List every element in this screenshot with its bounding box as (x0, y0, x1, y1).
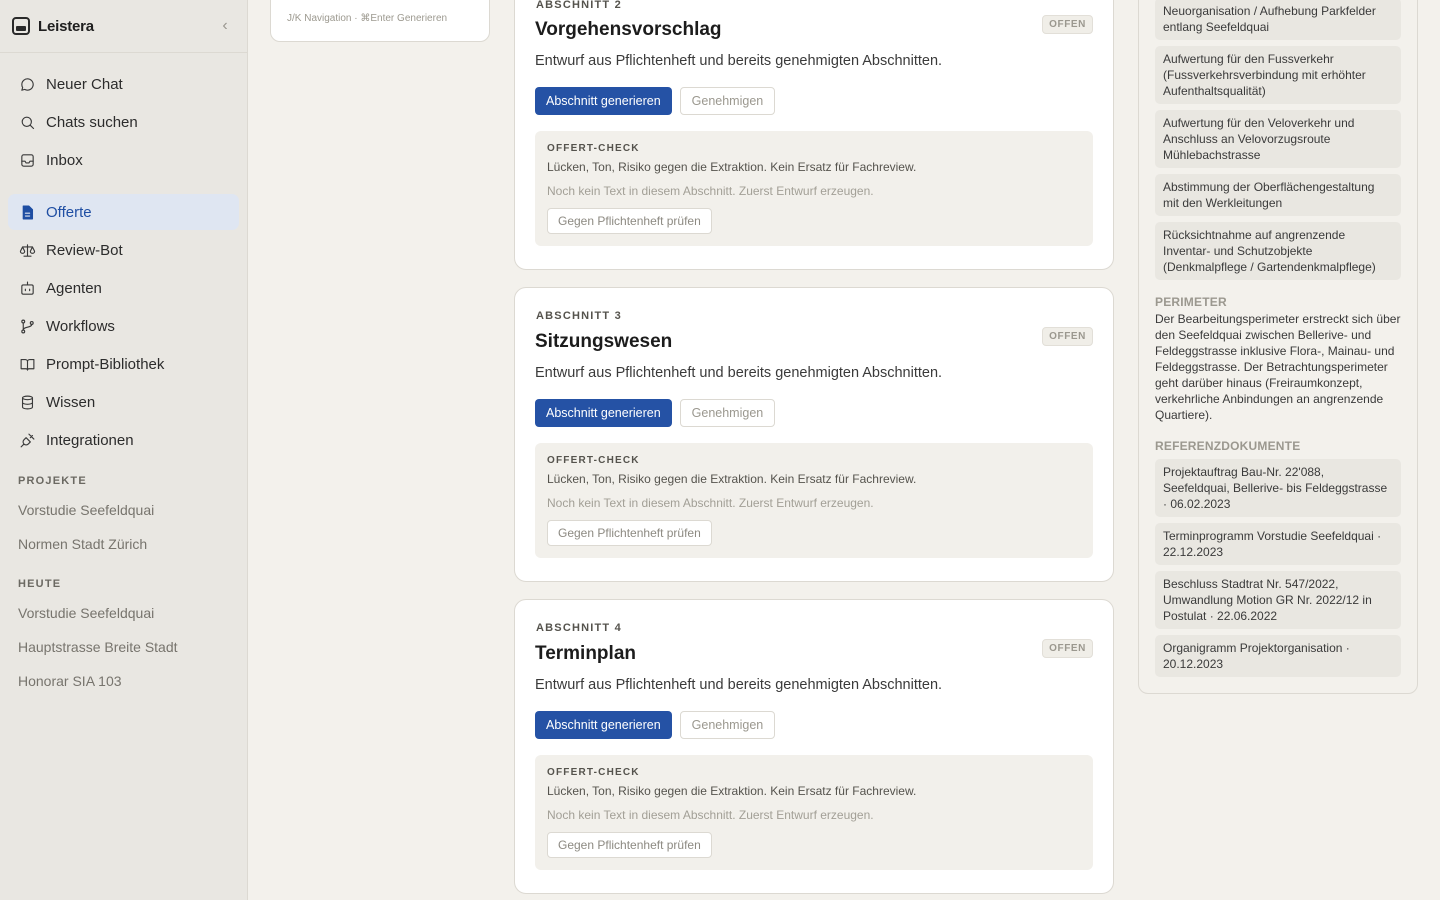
recent-chat-link[interactable]: Vorstudie Seefeldquai (0, 596, 247, 630)
recent-chat-link[interactable]: Honorar SIA 103 (0, 664, 247, 698)
nav-label: Integrationen (46, 431, 134, 449)
goal-item: Aufwertung für den Veloverkehr und Ansch… (1155, 110, 1401, 168)
today-heading: HEUTE (18, 578, 62, 590)
plug-icon (18, 431, 36, 449)
check-empty-state: Noch kein Text in diesem Abschnitt. Zuer… (547, 808, 874, 822)
nav-item-inbox[interactable]: Inbox (8, 142, 239, 178)
reference-document[interactable]: Projektauftrag Bau-Nr. 22'088, Seefeldqu… (1155, 459, 1401, 517)
goal-item: Aufwertung für den Fussverkehr (Fussverk… (1155, 46, 1401, 104)
offer-check-panel: OFFERT-CHECK Lücken, Ton, Risiko gegen d… (535, 131, 1093, 246)
check-against-spec-button[interactable]: Gegen Pflichtenheft prüfen (547, 208, 712, 234)
nav-item-neuer-chat[interactable]: Neuer Chat (8, 66, 239, 102)
section-description: Entwurf aus Pflichtenheft und bereits ge… (535, 365, 943, 381)
goal-item: Rücksichtnahme auf angrenzende Inventar-… (1155, 222, 1401, 280)
section-card: ABSCHNITT 4 Terminplan OFFEN Entwurf aus… (514, 599, 1114, 894)
search-icon (18, 113, 36, 131)
project-link[interactable]: Vorstudie Seefeldquai (0, 493, 247, 527)
check-description: Lücken, Ton, Risiko gegen die Extraktion… (547, 160, 917, 174)
check-against-spec-button[interactable]: Gegen Pflichtenheft prüfen (547, 520, 712, 546)
nav-item-offerte[interactable]: Offerte (8, 194, 239, 230)
inbox-icon (18, 151, 36, 169)
nav-item-integrationen[interactable]: Integrationen (8, 422, 239, 458)
section-number: ABSCHNITT 3 (536, 310, 622, 322)
check-title: OFFERT-CHECK (547, 455, 640, 466)
collapse-sidebar-icon[interactable]: ‹ (215, 17, 235, 35)
nav-item-prompt-bibliothek[interactable]: Prompt-Bibliothek (8, 346, 239, 382)
approve-button[interactable]: Genehmigen (679, 711, 776, 739)
book-icon (18, 355, 36, 373)
perimeter-text: Der Bearbeitungsperimeter erstreckt sich… (1155, 312, 1401, 422)
project-link[interactable]: Normen Stadt Zürich (0, 527, 247, 561)
status-badge: OFFEN (1042, 327, 1093, 346)
section-card: ABSCHNITT 3 Sitzungswesen OFFEN Entwurf … (514, 287, 1114, 582)
app-logo-icon (12, 17, 30, 35)
git-branch-icon (18, 317, 36, 335)
scale-icon (18, 241, 36, 259)
section-card: ABSCHNITT 2 Vorgehensvorschlag OFFEN Ent… (514, 0, 1114, 270)
generate-section-button[interactable]: Abschnitt generieren (535, 399, 672, 427)
approve-button[interactable]: Genehmigen (679, 399, 776, 427)
sidebar: Leistera ‹ Neuer Chat Chats suchen Inbox… (0, 0, 248, 900)
robot-icon (18, 279, 36, 297)
section-title: Vorgehensvorschlag (535, 19, 722, 40)
database-icon (18, 393, 36, 411)
projects-heading: PROJEKTE (18, 475, 87, 487)
nav-label: Offerte (46, 203, 92, 221)
generate-section-button[interactable]: Abschnitt generieren (535, 87, 672, 115)
nav-label: Neuer Chat (46, 75, 123, 93)
reference-document[interactable]: Beschluss Stadtrat Nr. 547/2022, Umwandl… (1155, 571, 1401, 629)
check-against-spec-button[interactable]: Gegen Pflichtenheft prüfen (547, 832, 712, 858)
nav-item-workflows[interactable]: Workflows (8, 308, 239, 344)
nav-item-chats-suchen[interactable]: Chats suchen (8, 104, 239, 140)
nav-item-wissen[interactable]: Wissen (8, 384, 239, 420)
nav-label: Inbox (46, 151, 83, 169)
references-heading: REFERENZDOKUMENTE (1155, 439, 1301, 453)
reference-document[interactable]: Organigramm Projektorganisation · 20.12.… (1155, 635, 1401, 677)
nav-label: Agenten (46, 279, 102, 297)
section-nav-card: J/K Navigation · ⌘Enter Generieren (270, 0, 490, 42)
generate-section-button[interactable]: Abschnitt generieren (535, 711, 672, 739)
approve-button[interactable]: Genehmigen (679, 87, 776, 115)
recent-chat-link[interactable]: Hauptstrasse Breite Stadt (0, 630, 247, 664)
nav-label: Wissen (46, 393, 96, 411)
reference-document[interactable]: Terminprogramm Vorstudie Seefeldquai · 2… (1155, 523, 1401, 565)
nav-item-agenten[interactable]: Agenten (8, 270, 239, 306)
nav-label: Review-Bot (46, 241, 123, 259)
check-title: OFFERT-CHECK (547, 143, 640, 154)
nav-item-review-bot[interactable]: Review-Bot (8, 232, 239, 268)
nav-label: Workflows (46, 317, 115, 335)
keyboard-hint: J/K Navigation · ⌘Enter Generieren (287, 13, 448, 24)
section-description: Entwurf aus Pflichtenheft und bereits ge… (535, 53, 943, 69)
check-description: Lücken, Ton, Risiko gegen die Extraktion… (547, 472, 917, 486)
perimeter-heading: PERIMETER (1155, 295, 1227, 309)
section-title: Terminplan (535, 643, 636, 664)
check-description: Lücken, Ton, Risiko gegen die Extraktion… (547, 784, 917, 798)
offer-check-panel: OFFERT-CHECK Lücken, Ton, Risiko gegen d… (535, 755, 1093, 870)
section-number: ABSCHNITT 2 (536, 0, 622, 11)
goal-item: Neuorganisation / Aufhebung Parkfelder e… (1155, 0, 1401, 40)
app-name: Leistera (38, 17, 94, 35)
project-info-panel: Neuorganisation / Aufhebung Parkfelder e… (1138, 0, 1418, 694)
nav-label: Prompt-Bibliothek (46, 355, 165, 373)
offer-check-panel: OFFERT-CHECK Lücken, Ton, Risiko gegen d… (535, 443, 1093, 558)
section-number: ABSCHNITT 4 (536, 622, 622, 634)
nav-label: Chats suchen (46, 113, 138, 131)
check-empty-state: Noch kein Text in diesem Abschnitt. Zuer… (547, 496, 874, 510)
brand-header: Leistera ‹ (0, 0, 247, 53)
chat-bubble-icon (18, 75, 36, 93)
status-badge: OFFEN (1042, 15, 1093, 34)
goal-item: Abstimmung der Oberflächengestaltung mit… (1155, 174, 1401, 216)
section-title: Sitzungswesen (535, 331, 673, 352)
check-title: OFFERT-CHECK (547, 767, 640, 778)
section-description: Entwurf aus Pflichtenheft und bereits ge… (535, 677, 943, 693)
check-empty-state: Noch kein Text in diesem Abschnitt. Zuer… (547, 184, 874, 198)
main-nav: Neuer Chat Chats suchen Inbox Offerte Re… (0, 53, 247, 458)
status-badge: OFFEN (1042, 639, 1093, 658)
document-icon (18, 203, 36, 221)
